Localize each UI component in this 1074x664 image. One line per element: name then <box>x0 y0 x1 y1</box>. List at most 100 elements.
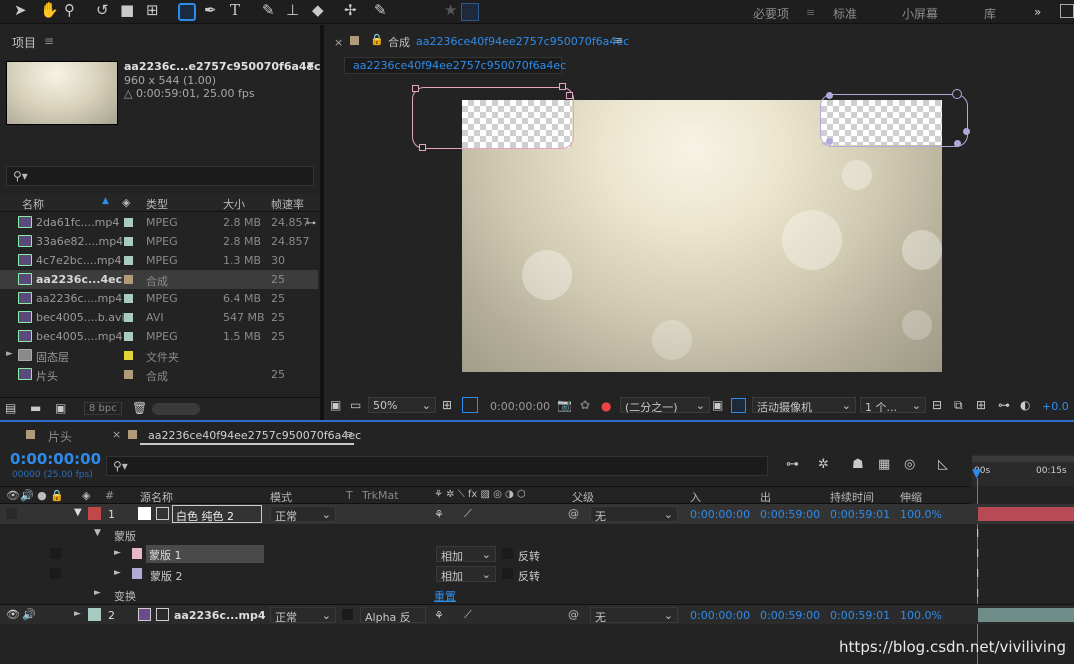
motion-blur-icon[interactable]: ◎ <box>904 458 915 471</box>
hand-icon[interactable]: ✋ <box>40 3 59 18</box>
close-tab-icon[interactable]: × <box>334 36 343 49</box>
expand-arrow-icon[interactable]: ► <box>74 609 81 619</box>
label-color-swatch[interactable] <box>124 313 133 322</box>
new-composition-icon[interactable]: ▣ <box>55 402 66 414</box>
frame-blending-icon[interactable]: ▦ <box>878 458 890 471</box>
expand-arrow-icon[interactable]: ► <box>114 548 121 558</box>
monitor-icon[interactable]: ▭ <box>350 399 361 411</box>
more-workspaces-icon[interactable]: » <box>1034 5 1041 19</box>
col-mode[interactable]: 模式 <box>270 489 292 505</box>
breadcrumb-comp[interactable]: aa2236ce40f94ee2757c950070f6a4ec <box>353 59 566 72</box>
expand-arrow-icon[interactable]: ► <box>6 349 13 359</box>
label-color-swatch[interactable] <box>124 275 133 284</box>
mask-name[interactable]: 蒙版 2 <box>150 568 183 584</box>
quality-switch-icon[interactable]: ⟋ <box>464 608 472 622</box>
lock-icon[interactable]: 🔒 <box>370 33 384 46</box>
layer-out-point[interactable]: 0:00:59:00 <box>760 508 820 521</box>
timeline-tab-intro[interactable]: 片头 <box>48 428 72 445</box>
quality-switch-icon[interactable]: ⟋ <box>464 507 472 521</box>
pickwhip-icon[interactable]: @ <box>568 507 579 520</box>
mask2-vertex[interactable] <box>963 128 970 135</box>
exposure-value[interactable]: +0.0 <box>1042 400 1069 413</box>
composition-mini-flowchart-icon[interactable]: ⊶ <box>786 458 799 471</box>
mask1-vertex[interactable] <box>412 85 419 92</box>
timeline-tab-comp[interactable]: aa2236ce40f94ee2757c950070f6a4ec <box>148 429 361 442</box>
transparency-grid-icon[interactable] <box>731 398 746 413</box>
region-of-interest-icon[interactable]: ▣ <box>712 399 723 411</box>
project-item[interactable]: bec4005....b.avi AVI 547 MB 25 <box>0 308 318 327</box>
views-select[interactable]: 1 个... ⌄ <box>860 397 926 414</box>
collapse-arrow-icon[interactable]: ▼ <box>74 507 82 518</box>
mask-row-2[interactable]: ► 蒙版 2 相加 ⌄ 反转 I <box>0 564 1074 584</box>
zoom-select[interactable]: 50% ⌄ <box>368 397 436 413</box>
label-color-swatch[interactable] <box>124 256 133 265</box>
col-source-name[interactable]: 源名称 <box>140 489 173 505</box>
camera-select[interactable]: 活动摄像机 ⌄ <box>752 397 856 414</box>
snapping-icon[interactable] <box>461 3 479 21</box>
label-tag-icon[interactable]: ◈ <box>82 489 90 502</box>
viewer-timecode[interactable]: 0:00:00:00 <box>490 400 550 413</box>
interpret-footage-icon[interactable]: ▤ <box>5 402 16 414</box>
layer-search-input[interactable]: ⚲▾ <box>106 456 768 476</box>
mask-lock-toggle[interactable] <box>50 568 61 579</box>
workspace-standard[interactable]: 标准 <box>833 5 857 22</box>
mask1-path[interactable] <box>412 87 574 149</box>
layer-name[interactable]: 白色 纯色 2 <box>172 505 262 523</box>
project-search-input[interactable]: ⚲▾ <box>6 166 314 186</box>
project-item[interactable]: ► 固态层 文件夹 <box>0 346 318 365</box>
label-color-swatch[interactable] <box>124 218 133 227</box>
project-item[interactable]: 33a6e82....mp4 MPEG 2.8 MB 24.857 <box>0 232 318 251</box>
shy-layers-icon[interactable]: ☗ <box>852 458 864 471</box>
layer-in-point[interactable]: 0:00:00:00 <box>690 609 750 622</box>
resolution-select[interactable]: (二分之一) ⌄ <box>620 397 710 414</box>
timeline-icon[interactable]: ⊞ <box>976 399 986 411</box>
toggle-pixel-aspect-icon[interactable]: ⊟ <box>932 399 942 411</box>
project-menu-icon[interactable]: ≡ <box>44 34 54 48</box>
comp-breadcrumb[interactable]: aa2236ce40f94ee2757c950070f6a4ec <box>344 57 566 74</box>
label-color-swatch[interactable] <box>124 294 133 303</box>
video-toggle[interactable] <box>6 508 17 519</box>
mask-color-swatch[interactable] <box>132 548 142 559</box>
layer-out-point[interactable]: 0:00:59:00 <box>760 609 820 622</box>
layer-name[interactable]: aa2236c...mp4 <box>174 609 266 622</box>
mask-mode-select[interactable]: 相加 ⌄ <box>436 546 496 563</box>
graph-editor-icon[interactable]: ◺ <box>938 458 948 471</box>
always-preview-icon[interactable]: ▣ <box>330 399 341 411</box>
layer-stretch[interactable]: 100.0% <box>900 609 942 622</box>
col-duration[interactable]: 持续时间 <box>830 489 874 505</box>
close-tab-icon[interactable]: × <box>112 428 121 441</box>
trkmat-select[interactable]: Alpha 反 <box>360 607 426 624</box>
col-out[interactable]: 出 <box>760 489 771 505</box>
masks-group-row[interactable]: ▼ 蒙版 I <box>0 524 1074 544</box>
panel-menu-icon[interactable]: ≡ <box>614 34 623 47</box>
transform-row[interactable]: ► 变换 重置 I <box>0 584 1074 604</box>
invert-checkbox[interactable] <box>502 548 513 559</box>
fast-previews-icon[interactable]: ⧉ <box>954 399 963 411</box>
mask-name[interactable]: 蒙版 1 <box>146 545 264 563</box>
mask-mode-select[interactable]: 相加 ⌄ <box>436 566 496 583</box>
workspace-menu-icon[interactable]: ≡ <box>806 6 815 19</box>
pan-behind-icon[interactable]: ⊞ <box>146 3 159 18</box>
mask2-vertex[interactable] <box>826 92 833 99</box>
clone-stamp-icon[interactable]: ⊥ <box>286 3 299 18</box>
layer-stretch[interactable]: 100.0% <box>900 508 942 521</box>
current-time[interactable]: 0:00:00:00 <box>10 450 101 468</box>
composition-viewer[interactable] <box>326 80 1074 392</box>
layer-row-1[interactable]: ▼ 1 白色 纯色 2 正常 ⌄ ⚘ ⟋ @ 无 ⌄ 0:00:00:00 0:00… <box>0 504 1074 524</box>
blend-mode-select[interactable]: 正常 ⌄ <box>270 506 336 523</box>
text-icon[interactable]: T <box>230 3 240 18</box>
col-frame-rate[interactable]: 帧速率 <box>271 196 304 212</box>
reset-exposure-icon[interactable]: ◐ <box>1020 399 1030 411</box>
layer-row-2[interactable]: 👁 🔊 ► 2 aa2236c...mp4 正常 ⌄ Alpha 反 ⚘ ⟋ @ … <box>0 604 1074 624</box>
mask1-vertex[interactable] <box>419 144 426 151</box>
layer-duration-bar[interactable] <box>978 608 1074 622</box>
mask1-vertex[interactable] <box>566 92 573 99</box>
comp-tab-name[interactable]: aa2236ce40f94ee2757c950070f6a4ec <box>416 35 629 48</box>
label-color-swatch[interactable] <box>124 351 133 360</box>
mask1-vertex[interactable] <box>559 83 566 90</box>
work-area-bar[interactable] <box>972 456 1074 462</box>
parent-select[interactable]: 无 ⌄ <box>590 607 678 624</box>
col-trkmat[interactable]: TrkMat <box>362 489 399 502</box>
expand-arrow-icon[interactable]: ► <box>94 588 101 598</box>
star-icon[interactable]: ★ <box>444 3 457 18</box>
